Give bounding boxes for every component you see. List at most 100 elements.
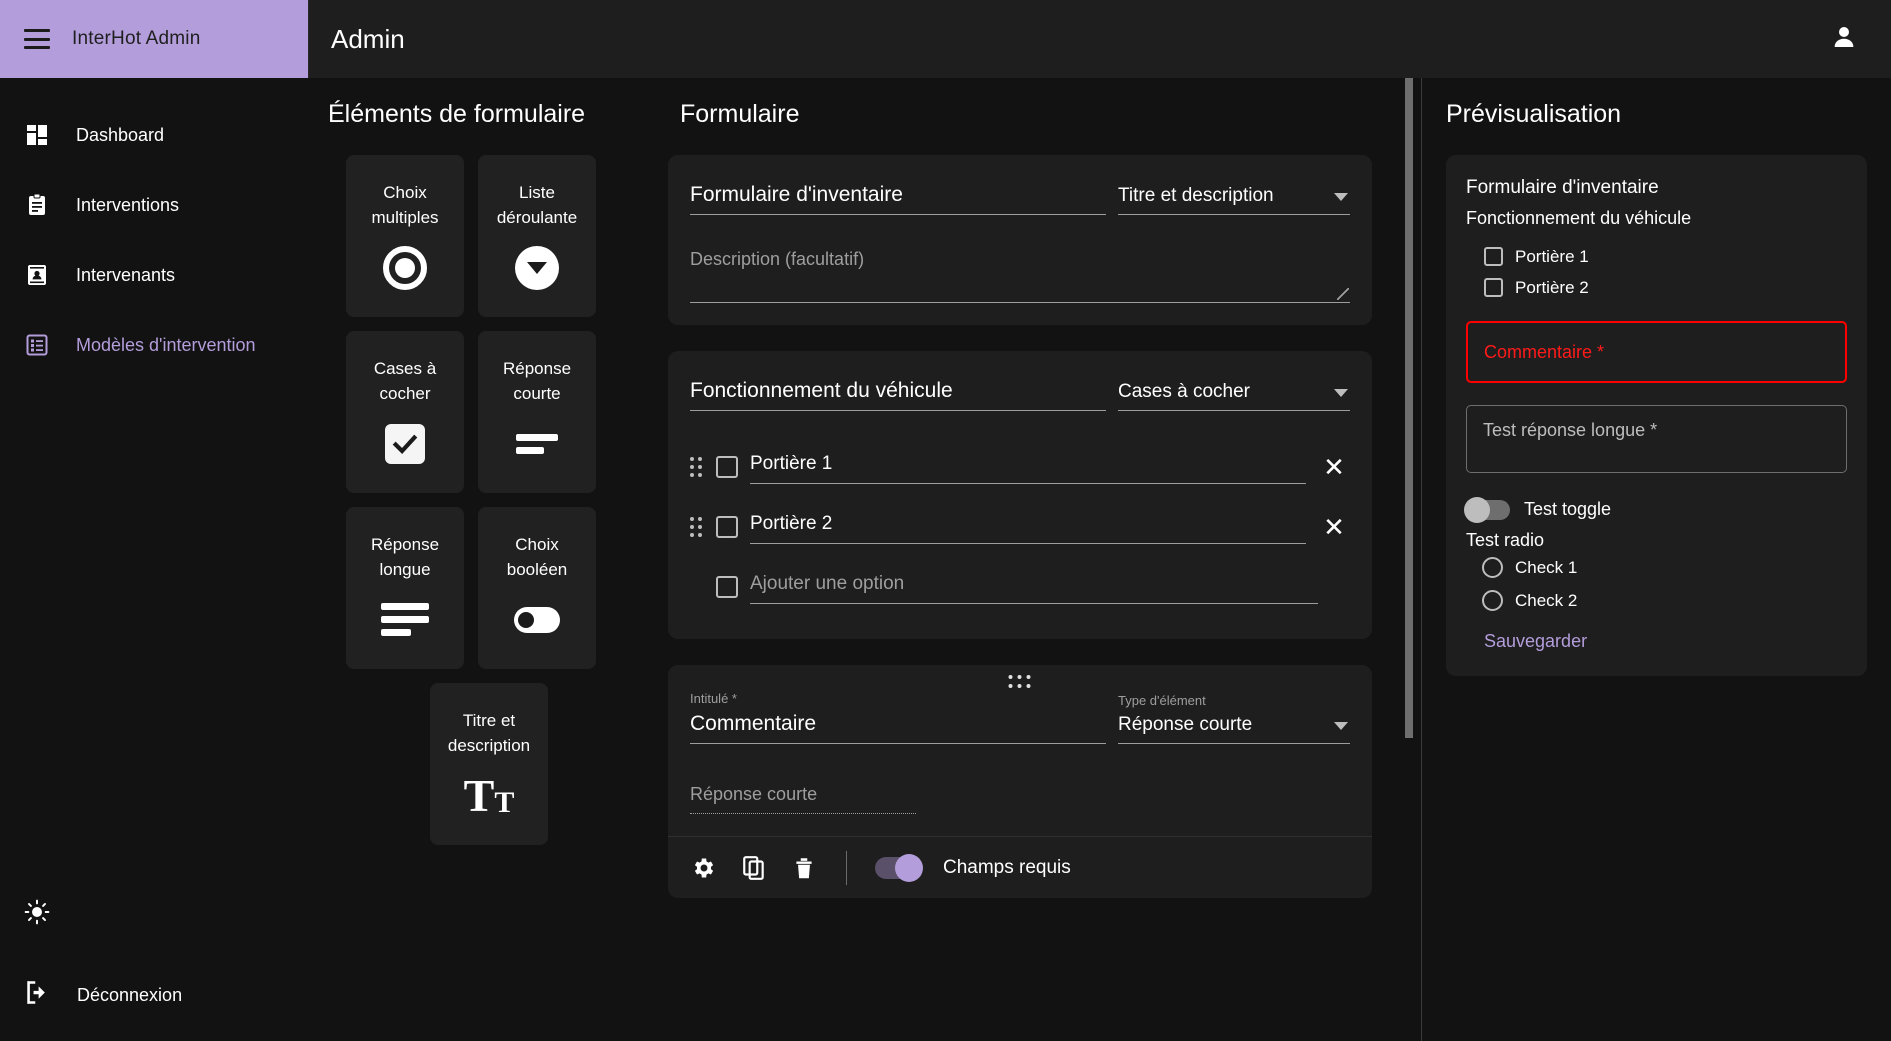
preview-checkbox-row[interactable]: Portière 2 (1466, 272, 1847, 303)
form-scroll-area[interactable]: Formulaire d'inventaire Titre et descrip… (668, 155, 1421, 1041)
dashboard-icon (24, 122, 50, 148)
radio-icon[interactable] (1482, 557, 1503, 578)
preview-toggle[interactable] (1464, 496, 1510, 523)
sidebar: InterHot Admin Dashboard Interventions I… (0, 0, 308, 1041)
brightness-sun-icon (24, 899, 50, 930)
preview-toggle-label: Test toggle (1524, 499, 1612, 519)
radio-icon[interactable] (1482, 590, 1503, 611)
option-checkbox[interactable] (716, 576, 738, 598)
drag-handle-icon[interactable] (690, 457, 704, 477)
option-row[interactable]: Portière 1 ✕ (690, 437, 1350, 497)
element-type-select[interactable]: Titre et description (1118, 183, 1350, 215)
drag-handle-icon[interactable] (1008, 675, 1032, 689)
form-elements-palette: Éléments de formulaire Choix multiples L… (308, 78, 668, 1041)
option-input[interactable]: Portière 1 (750, 451, 1306, 484)
preview-save-button[interactable]: Sauvegarder (1484, 631, 1587, 652)
preview-long-answer-placeholder: Test réponse longue * (1483, 420, 1658, 440)
palette-card-label: Réponse longue (370, 535, 440, 579)
preview-checkbox-label: Portière 1 (1515, 246, 1589, 266)
required-toggle[interactable] (875, 853, 923, 882)
copy-icon[interactable] (740, 854, 768, 882)
chevron-down-icon (1334, 722, 1348, 730)
option-checkbox[interactable] (716, 516, 738, 538)
preview-checkbox-row[interactable]: Portière 1 (1466, 241, 1847, 272)
drag-handle-icon[interactable] (690, 517, 704, 537)
card-footer-toolbar: Champs requis (668, 836, 1372, 898)
person-icon (1829, 22, 1859, 57)
palette-card-label: Réponse courte (502, 359, 572, 403)
resize-handle-icon[interactable] (1337, 288, 1349, 300)
element-type-value[interactable]: Réponse courte (1118, 712, 1350, 744)
preview-checkbox-label: Portière 2 (1515, 277, 1589, 297)
option-row[interactable]: Portière 2 ✕ (690, 497, 1350, 557)
palette-grid: Choix multiples Liste déroulante Cases à… (346, 155, 632, 845)
form-card-checkboxes[interactable]: Fonctionnement du véhicule Cases à coche… (668, 351, 1372, 639)
add-option-row[interactable]: Ajouter une option (690, 557, 1350, 617)
close-icon[interactable]: ✕ (1318, 514, 1350, 540)
sidebar-item-label: Modèles d'intervention (76, 334, 256, 355)
logout-button[interactable]: Déconnexion (0, 949, 308, 1041)
palette-card-boolean[interactable]: Choix booléen (478, 507, 596, 669)
preview-radio-row[interactable]: Check 1 (1466, 551, 1847, 584)
trash-icon[interactable] (790, 854, 818, 882)
preview-radio-group-label: Test radio (1466, 530, 1545, 550)
form-title-field[interactable]: Formulaire d'inventaire (690, 181, 1106, 215)
element-type-value[interactable]: Cases à cocher (1118, 379, 1350, 411)
hamburger-menu-icon[interactable] (24, 29, 50, 49)
preview-toggle-row[interactable]: Test toggle (1464, 496, 1847, 523)
preview-title: Prévisualisation (1446, 100, 1622, 128)
description-textarea[interactable]: Description (facultatif) (690, 249, 1350, 303)
checkbox-checked-icon (385, 421, 425, 467)
scrollbar-thumb[interactable] (1405, 78, 1413, 738)
short-text-icon (516, 421, 558, 467)
preview-panel: Prévisualisation Formulaire d'inventaire… (1421, 78, 1891, 1041)
preview-radio-row[interactable]: Check 2 (1466, 584, 1847, 617)
theme-toggle-button[interactable] (0, 879, 308, 949)
sidebar-item-modeles-intervention[interactable]: Modèles d'intervention (0, 310, 308, 380)
element-type-select[interactable]: Cases à cocher (1118, 379, 1350, 411)
preview-radio-label: Check 1 (1515, 557, 1578, 577)
sidebar-item-interventions[interactable]: Interventions (0, 170, 308, 240)
palette-card-checkboxes[interactable]: Cases à cocher (346, 331, 464, 493)
palette-card-title-description[interactable]: Titre et description TT (430, 683, 548, 845)
dropdown-icon (515, 245, 559, 291)
question-label-value[interactable]: Commentaire (690, 710, 1106, 744)
option-checkbox[interactable] (716, 456, 738, 478)
workspace: Éléments de formulaire Choix multiples L… (308, 78, 1891, 1041)
list-box-icon (24, 332, 50, 358)
element-type-value[interactable]: Titre et description (1118, 183, 1350, 215)
form-card-short-answer[interactable]: Intitulé * Commentaire Type d'élément Ré… (668, 665, 1372, 898)
palette-card-long-answer[interactable]: Réponse longue (346, 507, 464, 669)
palette-card-label: Liste déroulante (496, 183, 578, 227)
form-title-value[interactable]: Formulaire d'inventaire (690, 181, 1106, 215)
palette-card-label: Choix booléen (506, 535, 568, 579)
checkbox-icon[interactable] (1484, 278, 1503, 297)
add-option-input[interactable]: Ajouter une option (750, 571, 1318, 604)
vertical-scrollbar[interactable] (1405, 78, 1413, 1041)
radio-button-icon (383, 245, 427, 291)
palette-card-dropdown[interactable]: Liste déroulante (478, 155, 596, 317)
account-button[interactable] (1827, 22, 1861, 56)
preview-radio-label: Check 2 (1515, 590, 1578, 610)
sidebar-item-intervenants[interactable]: Intervenants (0, 240, 308, 310)
gear-icon[interactable] (690, 854, 718, 882)
toolbar-divider (846, 850, 847, 885)
question-title-field[interactable]: Fonctionnement du véhicule (690, 377, 1106, 411)
preview-section-title: Fonctionnement du véhicule (1466, 208, 1692, 228)
element-type-select[interactable]: Type d'élément Réponse courte (1118, 693, 1350, 744)
sidebar-header: InterHot Admin (0, 0, 308, 78)
preview-long-answer-field[interactable]: Test réponse longue * (1466, 405, 1847, 473)
preview-required-field[interactable]: Commentaire * (1466, 321, 1847, 383)
sidebar-item-label: Dashboard (76, 124, 165, 145)
option-input[interactable]: Portière 2 (750, 511, 1306, 544)
sidebar-item-label: Intervenants (76, 264, 176, 285)
palette-card-short-answer[interactable]: Réponse courte (478, 331, 596, 493)
close-icon[interactable]: ✕ (1318, 454, 1350, 480)
sidebar-item-dashboard[interactable]: Dashboard (0, 100, 308, 170)
palette-title: Éléments de formulaire (328, 100, 586, 128)
question-label-field[interactable]: Intitulé * Commentaire (690, 691, 1106, 744)
question-title-value[interactable]: Fonctionnement du véhicule (690, 377, 1106, 411)
form-card-title-description[interactable]: Formulaire d'inventaire Titre et descrip… (668, 155, 1372, 325)
checkbox-icon[interactable] (1484, 247, 1503, 266)
palette-card-multiple-choice[interactable]: Choix multiples (346, 155, 464, 317)
